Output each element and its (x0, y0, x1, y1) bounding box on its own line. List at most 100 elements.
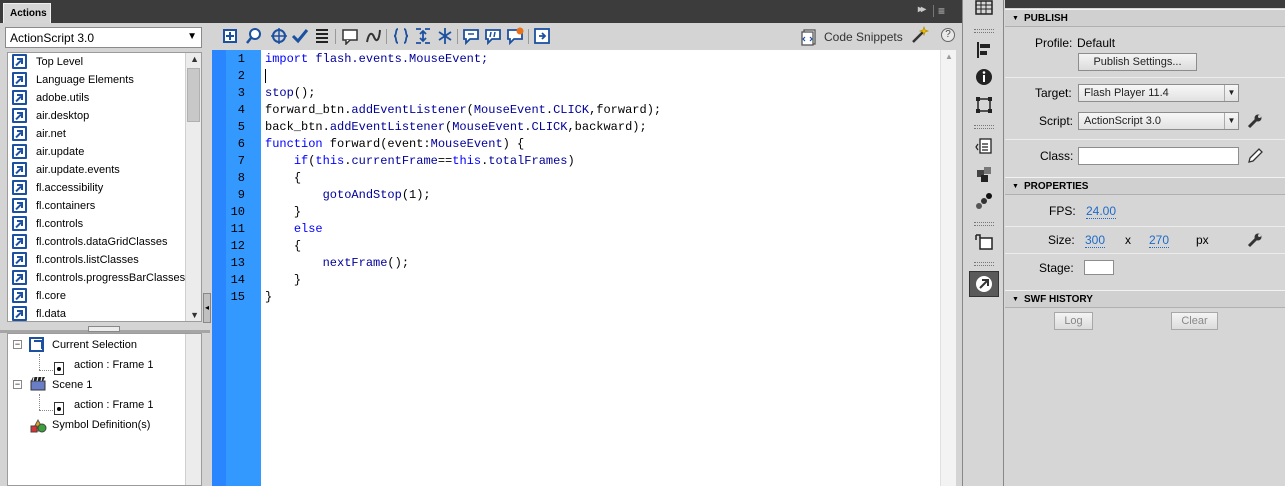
nav-current-frame[interactable]: action : Frame 1 (74, 356, 153, 374)
auto-format-icon[interactable] (313, 27, 331, 45)
code-line: forward_btn.addEventListener(MouseEvent.… (265, 102, 661, 119)
dock-grip[interactable] (974, 125, 994, 129)
check-syntax-icon[interactable] (291, 27, 309, 45)
code-snippets-panel-icon[interactable] (974, 137, 994, 157)
dock-grip[interactable] (974, 222, 994, 226)
code-token: } (293, 205, 302, 219)
pencil-icon[interactable] (1247, 148, 1263, 164)
components-icon[interactable] (974, 164, 994, 184)
code-text[interactable]: import flash.events.MouseEvent; stop(); … (265, 50, 940, 486)
actions-left-column: ActionScript 3.0 ▼ Top Level Language El… (0, 23, 210, 486)
toolbox-item[interactable]: fl.data (8, 305, 201, 321)
find-icon[interactable] (245, 27, 263, 45)
nav-scene[interactable]: Scene 1 (52, 376, 92, 394)
package-icon (12, 72, 27, 87)
apply-line-comment-icon[interactable] (484, 27, 502, 45)
properties-section-header[interactable]: PROPERTIES (1005, 177, 1285, 195)
code-token: == (437, 154, 453, 168)
dock-grip[interactable] (974, 262, 994, 266)
toolbox-item[interactable]: fl.core (8, 287, 201, 305)
collapse-selection-icon[interactable] (414, 27, 432, 45)
toolbox-item[interactable]: air.update.events (8, 161, 201, 179)
code-token: (); (293, 86, 316, 100)
editor-scrollbar[interactable]: ▲ (940, 50, 956, 486)
toolbox-item[interactable]: Top Level (8, 53, 201, 71)
expand-all-icon[interactable] (436, 27, 454, 45)
panel-menu-icon[interactable]: ≡ (938, 4, 945, 18)
transform-icon[interactable] (974, 95, 994, 115)
toolbox-item[interactable]: fl.controls (8, 215, 201, 233)
editor-gutter-strip (212, 50, 226, 486)
apply-block-comment-icon[interactable] (462, 27, 480, 45)
class-field[interactable] (1078, 147, 1239, 165)
stage-color-swatch[interactable] (1084, 260, 1114, 275)
line-number: 10 (230, 205, 245, 219)
motion-presets-icon[interactable] (974, 192, 994, 212)
toolbox-item[interactable]: air.desktop (8, 107, 201, 125)
height-value[interactable]: 270 (1149, 233, 1170, 248)
info-icon[interactable] (974, 67, 994, 87)
collapse-between-braces-icon[interactable] (392, 27, 410, 45)
dock-grip[interactable] (974, 29, 994, 33)
scroll-up-icon[interactable]: ▲ (190, 54, 199, 64)
pane-resize-handle[interactable] (88, 326, 120, 332)
nav-scene-frame[interactable]: action : Frame 1 (74, 396, 153, 414)
package-icon (12, 54, 27, 69)
wrench-icon[interactable] (1247, 232, 1263, 248)
line-number: 11 (230, 222, 245, 236)
code-hint-icon[interactable] (341, 27, 359, 45)
code-token: forward_btn. (265, 103, 352, 117)
actions-panel-toggle[interactable] (969, 271, 999, 297)
toolbox-item[interactable]: air.net (8, 125, 201, 143)
scroll-thumb[interactable] (187, 68, 200, 122)
add-statement-icon[interactable] (221, 27, 239, 45)
actions-icon (976, 276, 992, 292)
script-assist-wand-icon[interactable] (911, 26, 929, 44)
collapse-icon[interactable]: ▸▸ (918, 4, 926, 15)
publish-settings-button[interactable]: Publish Settings... (1078, 53, 1197, 71)
toolbox-item[interactable]: fl.accessibility (8, 179, 201, 197)
code-editor[interactable]: 1 2 3 4 5 6 7 8 9 10 11 12 13 14 15 impo… (212, 50, 956, 486)
nav-current-selection[interactable]: Current Selection (52, 336, 137, 354)
show-hide-toolbox-icon[interactable] (533, 27, 551, 45)
toolbox-item[interactable]: fl.controls.progressBarClasses (8, 269, 201, 287)
library-icon[interactable] (974, 232, 994, 252)
tab-actions[interactable]: Actions (3, 3, 51, 23)
width-value[interactable]: 300 (1085, 233, 1106, 248)
help-icon[interactable]: ? (941, 28, 955, 42)
publish-section-header[interactable]: PUBLISH (1005, 9, 1285, 27)
scroll-down-icon[interactable]: ▼ (190, 310, 199, 320)
align-panel-icon[interactable] (974, 0, 994, 20)
nav-symbol-definitions[interactable]: Symbol Definition(s) (52, 416, 150, 434)
navigator-scrollbar[interactable] (185, 334, 201, 485)
debug-options-icon[interactable] (364, 27, 382, 45)
toolbox-scrollbar[interactable]: ▲ ▼ (185, 53, 201, 321)
target-dropdown-value: Flash Player 11.4 (1084, 87, 1169, 99)
code-token: { (293, 171, 302, 185)
swf-history-section-header[interactable]: SWF HISTORY (1005, 290, 1285, 308)
wrench-icon[interactable] (1247, 113, 1263, 129)
clear-button[interactable]: Clear (1171, 312, 1218, 330)
target-dropdown[interactable]: Flash Player 11.4 ▼ (1078, 84, 1239, 102)
code-token: } (265, 290, 273, 304)
toolbox-item[interactable]: fl.controls.dataGridClasses (8, 233, 201, 251)
divider (335, 29, 336, 44)
toolbox-item[interactable]: air.update (8, 143, 201, 161)
scroll-up-icon[interactable]: ▲ (945, 52, 953, 61)
target-path-icon[interactable] (270, 27, 288, 45)
log-button[interactable]: Log (1054, 312, 1093, 330)
remove-comment-icon[interactable] (506, 27, 524, 45)
toolbox-item[interactable]: adobe.utils (8, 89, 201, 107)
toolbox-item[interactable]: fl.containers (8, 197, 201, 215)
language-select[interactable]: ActionScript 3.0 ▼ (5, 27, 202, 48)
script-dropdown[interactable]: ActionScript 3.0 ▼ (1078, 112, 1239, 130)
align-icon[interactable] (974, 40, 994, 60)
pane-collapse-handle[interactable]: ◂ (203, 293, 211, 323)
collapse-toggle[interactable]: − (13, 340, 22, 349)
collapse-toggle[interactable]: − (13, 380, 22, 389)
toolbox-item[interactable]: fl.controls.listClasses (8, 251, 201, 269)
toolbox-item[interactable]: Language Elements (8, 71, 201, 89)
fps-value[interactable]: 24.00 (1086, 204, 1117, 219)
